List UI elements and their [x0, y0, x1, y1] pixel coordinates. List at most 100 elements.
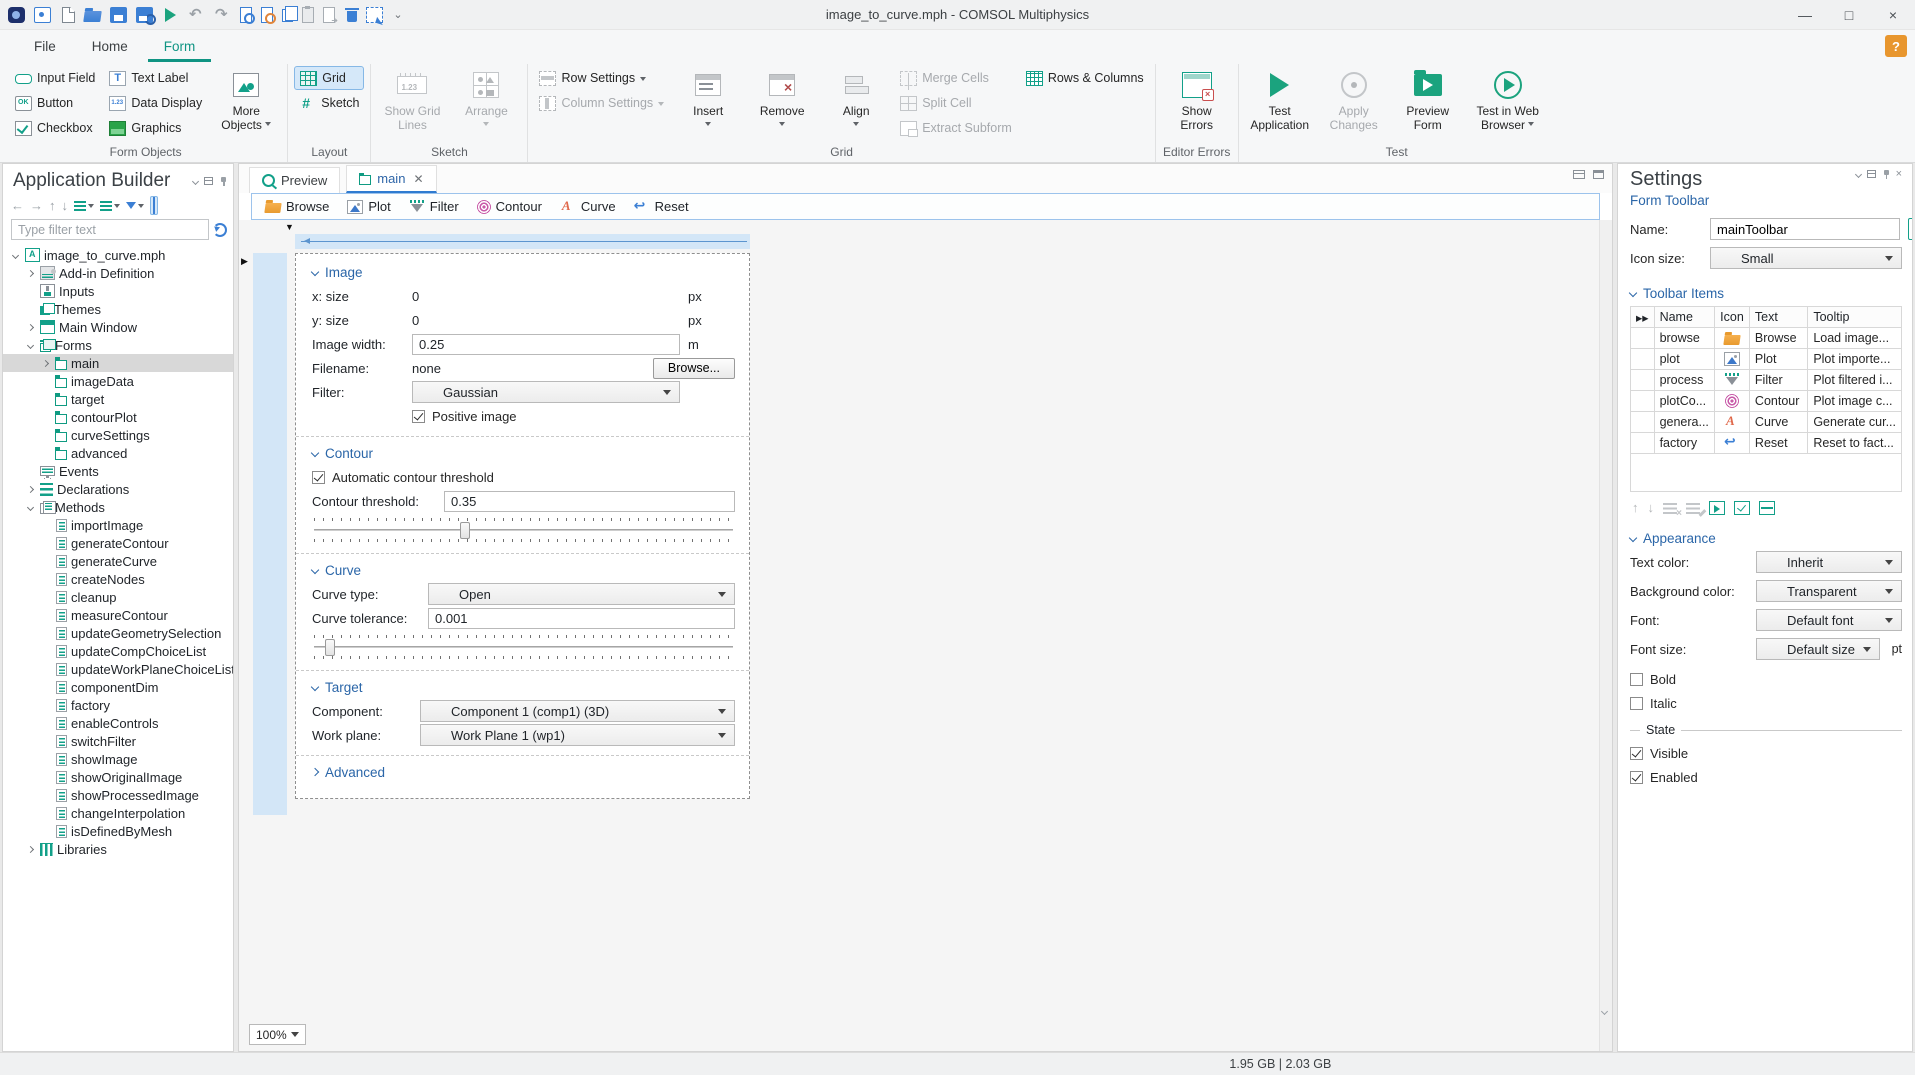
sketch-toggle-button[interactable]: Sketch: [294, 91, 364, 115]
tree-item-image-to-curve-mph[interactable]: image_to_curve.mph: [3, 246, 233, 264]
split-editor-icon[interactable]: [1573, 170, 1585, 179]
image-width-input[interactable]: [412, 333, 680, 355]
tree-item-generatecontour[interactable]: generateContour: [3, 534, 233, 552]
run-icon[interactable]: [162, 7, 179, 23]
add-item-icon[interactable]: [1709, 500, 1725, 515]
close-panel-icon[interactable]: ×: [1896, 168, 1902, 180]
auto-threshold-checkbox[interactable]: [312, 470, 325, 484]
close-button[interactable]: ×: [1871, 0, 1915, 29]
section-contour-header[interactable]: Contour: [310, 441, 735, 465]
contour-toolbar-button[interactable]: Contour: [470, 197, 549, 216]
tree-item-factory[interactable]: factory: [3, 696, 233, 714]
tree-item-declarations[interactable]: Declarations: [3, 480, 233, 498]
background-color-dropdown[interactable]: Transparent: [1756, 580, 1902, 602]
bold-checkbox[interactable]: [1630, 672, 1643, 686]
zoom-control[interactable]: 100%: [249, 1024, 306, 1045]
editor-tools-toggle[interactable]: [150, 196, 158, 215]
tree-item-showimage[interactable]: showImage: [3, 750, 233, 768]
filter-dropdown[interactable]: Gaussian: [412, 381, 680, 403]
text-label-button[interactable]: Text Label: [104, 66, 207, 90]
section-target-header[interactable]: Target: [310, 675, 735, 699]
undo-icon[interactable]: [188, 5, 205, 23]
filter-button[interactable]: [126, 200, 144, 211]
enabled-checkbox[interactable]: [1630, 770, 1643, 784]
tree-item-inputs[interactable]: Inputs: [3, 282, 233, 300]
more-objects-button[interactable]: More Objects: [211, 66, 281, 135]
tab-home[interactable]: Home: [76, 33, 144, 62]
tree-item-advanced[interactable]: advanced: [3, 444, 233, 462]
expander-icon[interactable]: [24, 323, 36, 331]
vertical-scrollbar[interactable]: [1599, 220, 1612, 1051]
data-display-button[interactable]: Data Display: [104, 91, 207, 115]
tree-item-changeinterpolation[interactable]: changeInterpolation: [3, 804, 233, 822]
section-advanced-header[interactable]: Advanced: [310, 760, 735, 784]
slider-thumb[interactable]: [460, 522, 471, 539]
tab-preview[interactable]: Preview: [249, 167, 341, 193]
open-icon[interactable]: [83, 10, 102, 22]
float-panel-icon[interactable]: [1866, 170, 1876, 178]
plot-toolbar-button[interactable]: Plot: [340, 197, 397, 216]
toolbar-item-row[interactable]: process Filter Plot filtered i...: [1630, 369, 1902, 391]
save-icon[interactable]: [110, 6, 127, 23]
help-button[interactable]: ?: [1885, 35, 1907, 57]
find-replace-icon[interactable]: [261, 6, 276, 24]
button-button[interactable]: Button: [10, 91, 100, 115]
checkbox-button[interactable]: Checkbox: [10, 116, 100, 140]
rows-columns-button[interactable]: Rows & Columns: [1021, 66, 1149, 90]
tree-item-importimage[interactable]: importImage: [3, 516, 233, 534]
tree-item-generatecurve[interactable]: generateCurve: [3, 552, 233, 570]
expander-icon[interactable]: [24, 503, 36, 511]
tree-item-main-window[interactable]: Main Window: [3, 318, 233, 336]
form-main[interactable]: Image x: size 0 px y: size 0 px Image width:…: [295, 253, 750, 799]
add-toggle-item-icon[interactable]: [1734, 500, 1750, 515]
move-down-icon[interactable]: ↓: [62, 198, 69, 213]
tree-item-updateworkplanechoicelist[interactable]: updateWorkPlaneChoiceList: [3, 660, 233, 678]
toolbar-item-row[interactable]: factory ResetReset to fact...: [1630, 432, 1902, 454]
reset-toolbar-button[interactable]: Reset: [627, 197, 696, 216]
tree-item-cleanup[interactable]: cleanup: [3, 588, 233, 606]
maximize-button[interactable]: □: [1827, 0, 1871, 29]
text-color-dropdown[interactable]: Inherit: [1756, 551, 1902, 573]
icon-size-dropdown[interactable]: Small: [1710, 247, 1902, 269]
tree-item-createnodes[interactable]: createNodes: [3, 570, 233, 588]
tree-item-methods[interactable]: Methods: [3, 498, 233, 516]
tree-item-updategeometryselection[interactable]: updateGeometrySelection: [3, 624, 233, 642]
add-separator-icon[interactable]: [1759, 500, 1775, 515]
float-panel-icon[interactable]: [204, 177, 213, 185]
tree-item-enablecontrols[interactable]: enableControls: [3, 714, 233, 732]
tab-file[interactable]: File: [18, 33, 72, 62]
tab-main[interactable]: main ✕: [346, 165, 437, 193]
panel-menu-icon[interactable]: [191, 177, 200, 185]
show-errors-button[interactable]: Show Errors: [1162, 66, 1232, 135]
redo-icon[interactable]: [214, 5, 231, 23]
insert-button[interactable]: Insert: [673, 66, 743, 135]
save-as-icon[interactable]: [136, 6, 156, 25]
curve-type-dropdown[interactable]: Open: [428, 583, 735, 605]
font-size-dropdown[interactable]: Default size: [1756, 638, 1880, 660]
tree-item-target[interactable]: target: [3, 390, 233, 408]
toolbar-item-row[interactable]: browse Browse Load image...: [1630, 327, 1902, 349]
tree-item-events[interactable]: Events: [3, 462, 233, 480]
contour-threshold-slider[interactable]: [312, 515, 735, 545]
curve-tolerance-input[interactable]: [428, 607, 735, 629]
tree-item-measurecontour[interactable]: measureContour: [3, 606, 233, 624]
pin-panel-icon[interactable]: [1882, 170, 1890, 179]
graphics-button[interactable]: Graphics: [104, 116, 207, 140]
tree-item-imagedata[interactable]: imageData: [3, 372, 233, 390]
expander-icon[interactable]: [24, 269, 36, 277]
filter-toolbar-button[interactable]: Filter: [402, 197, 466, 216]
expand-all-button[interactable]: [74, 200, 94, 211]
tree-item-add-in-definition[interactable]: Add-in Definition: [3, 264, 233, 282]
slider-thumb[interactable]: [324, 639, 335, 656]
work-plane-dropdown[interactable]: Work Plane 1 (wp1): [420, 724, 735, 746]
section-image-header[interactable]: Image: [310, 260, 735, 284]
tab-form[interactable]: Form: [147, 33, 212, 62]
expander-icon[interactable]: [24, 485, 36, 493]
delete-icon[interactable]: [345, 7, 359, 22]
expander-icon[interactable]: [39, 359, 51, 367]
grid-toggle-button[interactable]: Grid: [294, 66, 365, 90]
panel-menu-icon[interactable]: [1854, 170, 1862, 178]
align-button[interactable]: Align: [821, 66, 891, 135]
tree-item-showoriginalimage[interactable]: showOriginalImage: [3, 768, 233, 786]
curve-tolerance-slider[interactable]: [312, 632, 735, 662]
